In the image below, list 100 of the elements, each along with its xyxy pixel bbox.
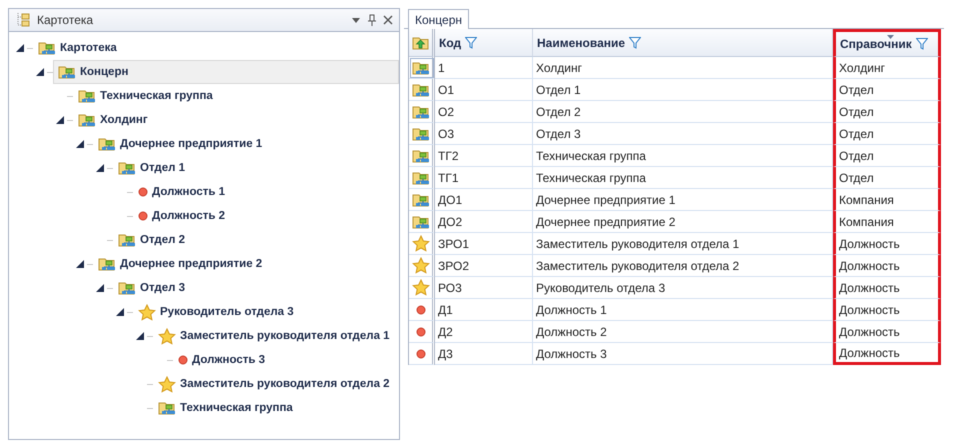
star-icon xyxy=(138,304,156,320)
expanded-arrow-icon[interactable] xyxy=(36,68,44,76)
folder-icon xyxy=(118,232,136,248)
table-cell: Должность xyxy=(833,255,941,277)
folder-icon xyxy=(38,40,56,56)
table-cell: Отдел xyxy=(833,79,941,101)
tab[interactable]: Концерн xyxy=(408,9,470,29)
table-cell: О2 xyxy=(435,101,533,123)
bullet-icon xyxy=(416,348,426,358)
table-cell: Д1 xyxy=(435,299,533,321)
tree-item[interactable]: Дочернее предприятие 2 xyxy=(93,252,268,276)
folder-icon xyxy=(118,280,136,296)
table-cell: Д3 xyxy=(435,343,533,365)
tree-item[interactable]: Отдел 1 xyxy=(113,156,190,180)
filter-icon[interactable] xyxy=(916,38,928,50)
folder-icon xyxy=(412,170,430,186)
dropdown-icon[interactable] xyxy=(351,15,361,25)
table-cell: Техническая группа xyxy=(533,145,833,167)
table-cell: Холдинг xyxy=(533,57,833,79)
table-cell: Компания xyxy=(833,189,941,211)
tree-item[interactable]: Дочернее предприятие 1 xyxy=(93,132,268,156)
table-cell: Дочернее предприятие 2 xyxy=(533,211,833,233)
tree-item[interactable]: Техническая группа xyxy=(153,396,298,420)
bullet-icon xyxy=(178,355,188,365)
table-cell: О1 xyxy=(435,79,533,101)
tree-item[interactable]: Заместитель руководителя отдела 1 xyxy=(153,324,395,348)
close-icon[interactable] xyxy=(383,15,393,25)
table-cell: ТГ2 xyxy=(435,145,533,167)
folder-icon xyxy=(78,112,96,128)
table-cell: Отдел 1 xyxy=(533,79,833,101)
table-cell: Должность xyxy=(833,343,941,365)
folder-icon xyxy=(412,148,430,164)
star-icon xyxy=(158,328,176,344)
tree-item[interactable]: Руководитель отдела 3 xyxy=(133,300,299,324)
column-header[interactable]: Код xyxy=(435,29,533,57)
tree-item[interactable]: Отдел 3 xyxy=(113,276,190,300)
star-icon xyxy=(412,257,430,274)
pane-title: Картотека xyxy=(37,13,94,27)
table-cell: 1 xyxy=(435,57,533,79)
expanded-arrow-icon[interactable] xyxy=(76,140,84,148)
expanded-arrow-icon[interactable] xyxy=(76,260,84,268)
filter-icon[interactable] xyxy=(465,36,478,48)
star-icon xyxy=(412,279,430,296)
table-cell: Отдел xyxy=(833,101,941,123)
table-cell: ЗРО1 xyxy=(435,233,533,255)
folder-icon xyxy=(412,60,430,76)
column-header[interactable]: Наименование xyxy=(533,29,833,57)
table-cell: ТГ1 xyxy=(435,167,533,189)
table-cell: Заместитель руководителя отдела 2 xyxy=(533,255,833,277)
folder-icon xyxy=(412,126,430,142)
table-cell: Должность xyxy=(833,233,941,255)
pin-icon[interactable] xyxy=(367,14,377,26)
expanded-arrow-icon[interactable] xyxy=(96,164,104,172)
folder-icon xyxy=(58,64,76,80)
tree-item[interactable]: Должность 2 xyxy=(133,204,230,228)
level-up-icon[interactable] xyxy=(412,34,430,50)
tree-item[interactable]: Должность 3 xyxy=(173,348,270,372)
table-cell: О3 xyxy=(435,123,533,145)
folder-icon xyxy=(98,136,116,152)
table-cell: Отдел xyxy=(833,123,941,145)
folder-icon xyxy=(412,192,430,208)
table-cell: Компания xyxy=(833,211,941,233)
table-cell: ДО1 xyxy=(435,189,533,211)
table-cell: Должность 3 xyxy=(533,343,833,365)
star-icon xyxy=(158,376,176,392)
table-cell: Должность 1 xyxy=(533,299,833,321)
expanded-arrow-icon[interactable] xyxy=(136,332,144,340)
table-cell: Должность xyxy=(833,321,941,343)
tree-item[interactable]: Техническая группа xyxy=(73,84,218,108)
table-cell: Отдел xyxy=(833,145,941,167)
bullet-icon xyxy=(416,304,426,314)
table-cell: Руководитель отдела 3 xyxy=(533,277,833,299)
expanded-arrow-icon[interactable] xyxy=(56,116,64,124)
expanded-arrow-icon[interactable] xyxy=(116,308,124,316)
sort-arrow-icon xyxy=(887,35,894,39)
folder-icon xyxy=(412,104,430,120)
table-cell: Должность xyxy=(833,277,941,299)
tree-item[interactable]: Должность 1 xyxy=(133,180,230,204)
tree-item[interactable]: Заместитель руководителя отдела 2 xyxy=(153,372,395,396)
table-cell: Должность xyxy=(833,299,941,321)
bullet-icon xyxy=(416,326,426,336)
bullet-icon xyxy=(138,187,148,197)
expanded-arrow-icon[interactable] xyxy=(96,284,104,292)
table-cell: Холдинг xyxy=(833,57,941,79)
column-header[interactable]: Справочник xyxy=(833,29,941,57)
expanded-arrow-icon[interactable] xyxy=(16,44,24,52)
folder-icon xyxy=(412,82,430,98)
tree-item[interactable]: Картотека xyxy=(33,36,122,60)
tree-icon xyxy=(15,12,31,28)
table-cell: Д2 xyxy=(435,321,533,343)
table-cell: Должность 2 xyxy=(533,321,833,343)
table-cell: РО3 xyxy=(435,277,533,299)
tree-item[interactable]: Холдинг xyxy=(73,108,153,132)
folder-icon xyxy=(78,88,96,104)
filter-icon[interactable] xyxy=(629,36,642,48)
tree-item[interactable]: Концерн xyxy=(53,60,399,84)
table-cell: ЗРО2 xyxy=(435,255,533,277)
table-cell: ДО2 xyxy=(435,211,533,233)
tree-item[interactable]: Отдел 2 xyxy=(113,228,190,252)
folder-icon xyxy=(158,400,176,416)
